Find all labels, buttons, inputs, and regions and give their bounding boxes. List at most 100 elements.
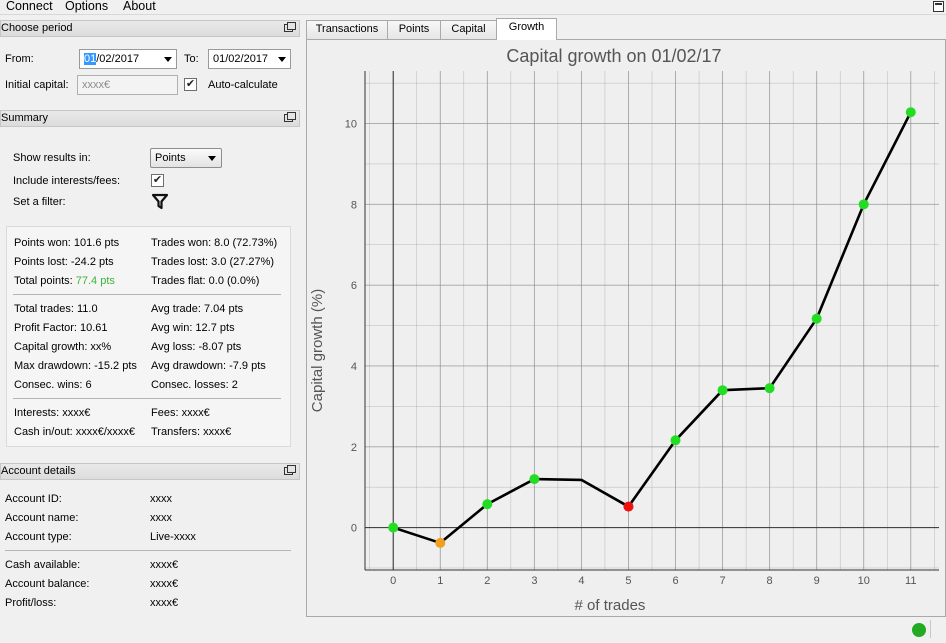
status-divider	[930, 620, 931, 638]
cash-available-label: Cash available:	[5, 559, 81, 571]
connection-status-icon	[912, 623, 926, 637]
from-label: From:	[5, 53, 34, 65]
stat-avg-win: Avg win: 12.7 pts	[151, 322, 235, 334]
account-type-value: Live-xxxx	[150, 531, 196, 543]
data-point	[482, 499, 493, 510]
undock-icon[interactable]	[284, 465, 296, 475]
x-tick-label: 0	[390, 575, 396, 587]
stat-total-points: Total points: 77.4 pts	[14, 275, 115, 287]
menu-about[interactable]: About	[123, 0, 156, 13]
cash-available-value: xxxx€	[150, 559, 179, 571]
auto-calculate-checkbox[interactable]: ✔	[184, 78, 197, 91]
y-tick-label: 10	[345, 119, 357, 131]
account-details-header: Account details	[0, 463, 300, 480]
tab-capital[interactable]: Capital	[440, 20, 497, 39]
stat-cash-in-out: Cash in/out: xxxx€/xxxx€	[14, 426, 136, 438]
x-tick-label: 10	[858, 575, 870, 587]
show-results-label: Show results in:	[13, 152, 91, 164]
x-tick-label: 2	[484, 575, 490, 587]
y-tick-label: 2	[351, 442, 357, 454]
menu-options[interactable]: Options	[65, 0, 108, 13]
initial-capital-input[interactable]: xxxx€	[77, 75, 178, 95]
stat-avg-drawdown: Avg drawdown: -7.9 pts	[151, 360, 266, 372]
account-balance-value: xxxx€	[150, 578, 179, 590]
filter-icon[interactable]	[151, 193, 169, 211]
to-label: To:	[184, 53, 199, 65]
x-axis-label: # of trades	[575, 597, 646, 614]
data-point	[858, 199, 869, 210]
stats-divider	[13, 398, 281, 399]
choose-period-header: Choose period	[0, 20, 300, 37]
data-point	[435, 537, 446, 548]
stats-divider	[13, 294, 281, 295]
stat-points-won: Points won: 101.6 pts	[14, 237, 120, 249]
stat-total-trades: Total trades: 11.0	[14, 303, 98, 315]
stat-avg-loss: Avg loss: -8.07 pts	[151, 341, 242, 353]
account-divider	[5, 550, 291, 551]
x-tick-label: 7	[720, 575, 726, 587]
stat-points-lost: Points lost: -24.2 pts	[14, 256, 114, 268]
y-tick-label: 0	[351, 523, 357, 535]
stat-total-points-label: Total points:	[14, 275, 73, 287]
x-tick-label: 6	[672, 575, 678, 587]
account-balance-label: Account balance:	[5, 578, 90, 590]
y-axis-label: Capital growth (%)	[309, 289, 326, 412]
stat-transfers: Transfers: xxxx€	[151, 426, 232, 438]
chart-panel: 0 1 2 3 4 5 6 7 8 9 10 11 0 2 4 6 8 10 Capital growth on 0…	[306, 39, 946, 617]
account-id-value: xxxx	[150, 493, 172, 505]
x-tick-label: 3	[531, 575, 537, 587]
x-tick-label: 11	[905, 575, 916, 587]
stat-interests: Interests: xxxx€	[14, 407, 91, 419]
account-name-value: xxxx	[150, 512, 172, 524]
x-tick-label: 8	[767, 575, 773, 587]
growth-chart: 0 1 2 3 4 5 6 7 8 9 10 11 0 2 4 6 8 10 Capital growth on 0…	[309, 46, 939, 614]
chart-title: Capital growth on 01/02/17	[506, 46, 721, 66]
account-type-label: Account type:	[5, 531, 72, 543]
x-tick-label: 4	[578, 575, 584, 587]
initial-capital-label: Initial capital:	[5, 79, 69, 91]
chevron-down-icon	[278, 57, 286, 62]
from-date-picker[interactable]: 01/02/2017	[79, 49, 177, 69]
from-date-rest: /02/2017	[96, 53, 140, 65]
data-point	[529, 474, 540, 485]
stat-fees: Fees: xxxx€	[151, 407, 210, 419]
summary-title: Summary	[1, 112, 49, 124]
stat-consec-losses: Consec. losses: 2	[151, 379, 238, 391]
minimize-icon[interactable]	[933, 1, 944, 12]
set-filter-label: Set a filter:	[13, 196, 66, 208]
to-date-picker[interactable]: 01/02/2017	[208, 49, 291, 69]
stat-avg-trade: Avg trade: 7.04 pts	[151, 303, 244, 315]
stat-trades-lost: Trades lost: 3.0 (27.27%)	[151, 256, 275, 268]
y-tick-label: 6	[351, 280, 357, 292]
include-interests-label: Include interests/fees:	[13, 175, 121, 187]
tab-transactions[interactable]: Transactions	[306, 20, 388, 39]
data-point	[811, 313, 822, 324]
data-point	[905, 107, 916, 118]
chevron-down-icon	[164, 57, 172, 62]
account-id-label: Account ID:	[5, 493, 62, 505]
account-details-title: Account details	[1, 465, 76, 477]
from-date-selected: 01	[84, 53, 97, 65]
show-results-select[interactable]: Points	[150, 148, 222, 168]
data-point	[717, 385, 728, 396]
data-point	[388, 522, 399, 533]
menu-connect[interactable]: Connect	[6, 0, 53, 13]
stat-max-drawdown: Max drawdown: -15.2 pts	[14, 360, 137, 372]
undock-icon[interactable]	[284, 22, 296, 32]
show-results-value: Points	[155, 152, 186, 164]
y-tick-label: 8	[351, 199, 357, 211]
stat-capital-growth: Capital growth: xx%	[14, 341, 112, 353]
stat-profit-factor: Profit Factor: 10.61	[14, 322, 108, 334]
tab-growth[interactable]: Growth	[496, 18, 557, 40]
x-tick-label: 1	[437, 575, 443, 587]
data-point	[764, 383, 775, 394]
tab-points[interactable]: Points	[387, 20, 441, 39]
stat-total-points-value: 77.4 pts	[75, 275, 115, 287]
status-bar	[0, 617, 946, 643]
stat-trades-flat: Trades flat: 0.0 (0.0%)	[151, 275, 260, 287]
include-interests-checkbox[interactable]: ✔	[151, 174, 164, 187]
undock-icon[interactable]	[284, 112, 296, 122]
data-point	[623, 501, 634, 512]
summary-header: Summary	[0, 110, 300, 127]
account-name-label: Account name:	[5, 512, 79, 524]
